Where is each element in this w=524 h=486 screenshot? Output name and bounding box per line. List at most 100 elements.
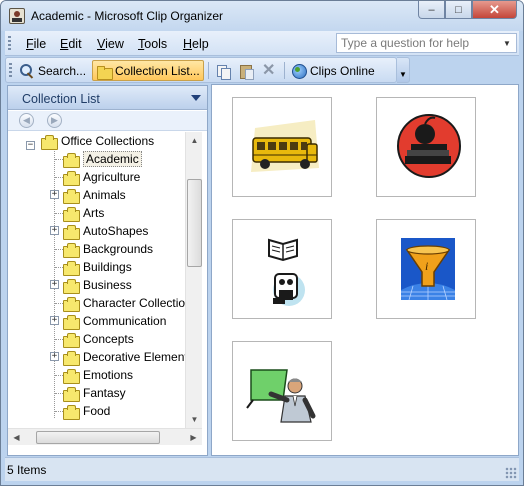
copy-button[interactable] [212, 60, 237, 81]
tree-node-arts[interactable]: Arts [43, 204, 104, 222]
scroll-left-arrow-icon[interactable]: ◀ [8, 429, 25, 446]
tree-vertical-scrollbar[interactable]: ▲ ▼ [185, 132, 202, 428]
folder-icon [63, 350, 80, 366]
scroll-right-arrow-icon[interactable]: ▶ [185, 429, 202, 446]
menu-file[interactable]: File [26, 37, 46, 51]
standard-toolbar: Search... Collection List... ✕ Clips Onl… [5, 57, 397, 83]
item-count: 5 Items [7, 463, 47, 477]
clips-online-button-label: Clips Online [310, 63, 375, 78]
folder-icon [63, 152, 80, 168]
globe-icon [291, 63, 307, 79]
expand-toggle[interactable]: + [50, 226, 59, 235]
tree-node-label: Communication [83, 314, 167, 328]
folder-icon [63, 170, 80, 186]
tree-node-label: Food [83, 404, 111, 418]
collection-list-header[interactable]: Collection List [8, 86, 207, 110]
horizontal-scroll-thumb[interactable] [36, 431, 160, 444]
clips-online-button[interactable]: Clips Online [288, 60, 378, 81]
search-button[interactable]: Search... [16, 60, 89, 81]
paste-icon [238, 63, 254, 80]
collapse-toggle[interactable]: − [26, 140, 35, 150]
info-funnel-clip[interactable]: i [376, 219, 476, 319]
tree-node-label: Academic [83, 151, 142, 167]
tree-node-food[interactable]: Food [43, 402, 110, 420]
pane-navigation: ◀ ▶ [8, 111, 207, 131]
close-button[interactable]: ✕ [472, 1, 517, 19]
clip-organizer-app-icon[interactable] [9, 8, 25, 24]
paste-button[interactable] [235, 60, 260, 81]
forward-button[interactable]: ▶ [47, 113, 62, 128]
apple-books-icon [397, 114, 461, 178]
expand-toggle[interactable]: + [50, 352, 59, 361]
tree-node-label: Character Collectio [83, 296, 185, 310]
folder-icon [63, 260, 80, 276]
teacher-chalkboard-clip[interactable] [232, 341, 332, 441]
delete-icon: ✕ [262, 61, 276, 79]
tree-node-label: Buildings [83, 260, 132, 274]
apple-books-clip[interactable] [376, 97, 476, 197]
menu-edit[interactable]: Edit [60, 37, 82, 51]
help-question-input[interactable]: Type a question for help ▼ [336, 33, 517, 53]
tree-node-label: Arts [83, 206, 105, 220]
info-funnel-icon: i [401, 238, 455, 301]
tree-node-character-collection[interactable]: Character Collectio [43, 294, 185, 312]
tree-node-autoshapes[interactable]: + AutoShapes [43, 222, 148, 240]
scroll-up-arrow-icon[interactable]: ▲ [186, 132, 203, 149]
folder-icon [63, 278, 80, 294]
folder-icon [63, 188, 80, 204]
copy-icon [215, 63, 231, 80]
menu-view[interactable]: View [97, 37, 124, 51]
tree-node-label: Fantasy [83, 386, 126, 400]
folder-icon [63, 296, 80, 312]
help-placeholder: Type a question for help [341, 36, 470, 50]
vertical-scroll-thumb[interactable] [187, 179, 202, 267]
tree-node-decorative-elements[interactable]: + Decorative Element [43, 348, 185, 366]
folder-icon [96, 63, 113, 80]
collection-list-pane: Collection List ◀ ▶ − Office Collections… [7, 85, 208, 456]
chevron-down-icon: ▼ [399, 70, 407, 79]
tree-node-business[interactable]: + Business [43, 276, 132, 294]
tree-node-backgrounds[interactable]: Backgrounds [43, 240, 153, 258]
chevron-down-icon[interactable]: ▼ [500, 35, 514, 51]
status-bar: 5 Items [5, 457, 519, 481]
maximize-button[interactable]: □ [445, 1, 472, 19]
chevron-down-icon[interactable] [191, 95, 201, 101]
tree-node-academic[interactable]: Academic [43, 150, 142, 168]
reading-student-clip[interactable] [232, 219, 332, 319]
collection-list-button-label: Collection List... [115, 63, 200, 78]
delete-button[interactable]: ✕ [259, 60, 284, 81]
scroll-down-arrow-icon[interactable]: ▼ [186, 411, 203, 428]
school-bus-clip[interactable] [232, 97, 332, 197]
toolbar-grip[interactable] [9, 63, 12, 78]
minimize-icon: – [428, 3, 435, 16]
folder-open-icon [41, 134, 58, 150]
collection-list-title: Collection List [22, 92, 100, 106]
toolbar-options-button[interactable]: ▼ [397, 57, 410, 83]
menu-help[interactable]: Help [183, 37, 209, 51]
tree-node-emotions[interactable]: Emotions [43, 366, 133, 384]
minimize-button[interactable]: – [418, 1, 445, 19]
folder-icon [63, 242, 80, 258]
tree-node-communication[interactable]: + Communication [43, 312, 166, 330]
resize-grip-icon[interactable] [505, 467, 517, 479]
title-bar[interactable]: Academic - Microsoft Clip Organizer – □ … [1, 1, 523, 31]
tree-node-buildings[interactable]: Buildings [43, 258, 132, 276]
folder-icon [63, 404, 80, 420]
tree-node-office-collections[interactable]: − Office Collections [26, 132, 154, 150]
collection-list-button[interactable]: Collection List... [92, 60, 204, 81]
folder-icon [63, 332, 80, 348]
menu-tools[interactable]: Tools [138, 37, 167, 51]
expand-toggle[interactable]: + [50, 316, 59, 325]
tree-node-fantasy[interactable]: Fantasy [43, 384, 126, 402]
search-icon [19, 63, 35, 79]
back-button[interactable]: ◀ [19, 113, 34, 128]
expand-toggle[interactable]: + [50, 280, 59, 289]
toolbar-separator [284, 62, 285, 79]
tree-node-concepts[interactable]: Concepts [43, 330, 134, 348]
tree-node-animals[interactable]: + Animals [43, 186, 126, 204]
tree-node-agriculture[interactable]: Agriculture [43, 168, 140, 186]
expand-toggle[interactable]: + [50, 190, 59, 199]
tree-horizontal-scrollbar[interactable]: ◀ ▶ [8, 428, 202, 445]
menu-grip[interactable] [8, 36, 11, 51]
teacher-chalkboard-icon [246, 369, 316, 423]
